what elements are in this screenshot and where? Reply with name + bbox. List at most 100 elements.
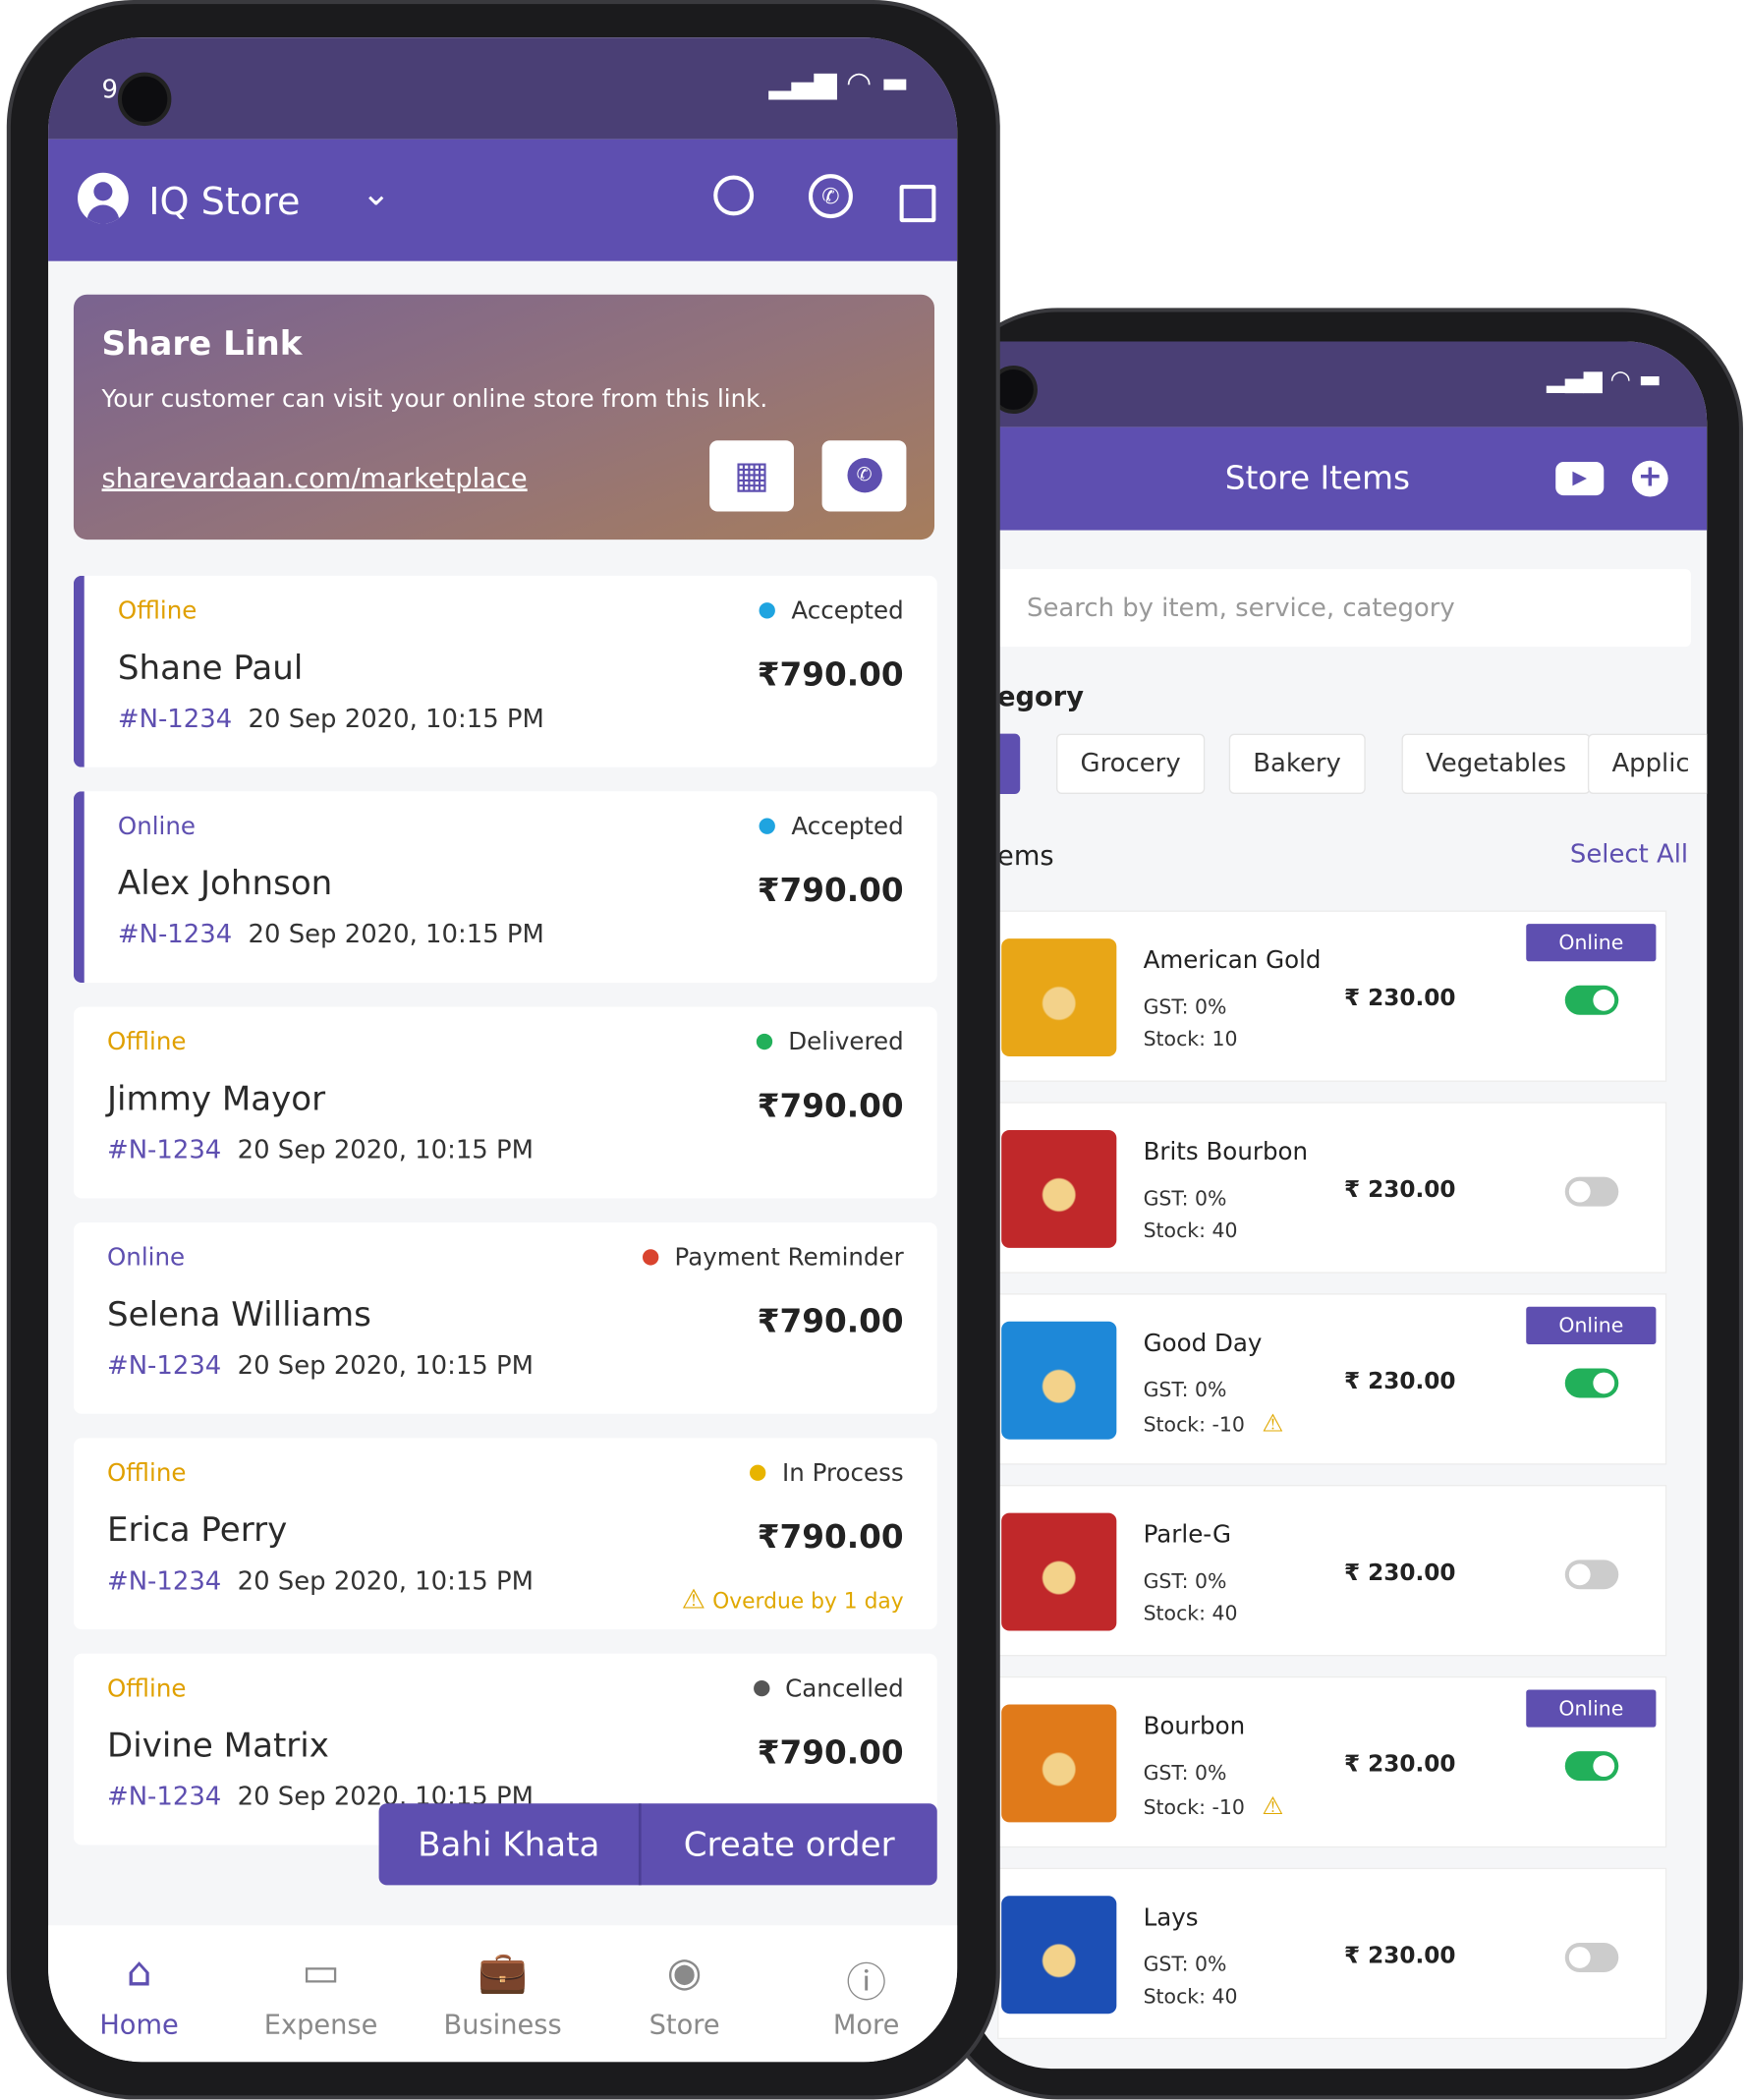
online-toggle[interactable] <box>1564 1368 1619 1398</box>
item-name: Good Day <box>1143 1329 1263 1358</box>
item-name: Bourbon <box>1143 1712 1246 1741</box>
app-header: IQ Store ⌄ ✆ <box>48 139 958 261</box>
order-status: Delivered <box>756 1028 904 1057</box>
item-gst: GST: 0% <box>1143 1568 1227 1594</box>
online-toggle[interactable] <box>1564 1176 1619 1207</box>
account-icon[interactable] <box>78 172 129 224</box>
item-stock: Stock: 40 <box>1144 1602 1238 1626</box>
stage: ▂▄▆ ◠ ▬ Store Items ▶ + Search by item, … <box>0 0 1747 2100</box>
nav-home[interactable]: ⌂ Home <box>48 1925 230 2062</box>
nav-more[interactable]: ⓘ More <box>775 1925 957 2062</box>
item-name: Brits Bourbon <box>1143 1138 1309 1166</box>
order-card[interactable]: Online Accepted Alex Johnson ₹790.00 #N-… <box>73 791 937 984</box>
category-chip[interactable]: Grocery <box>1056 733 1206 794</box>
status-bar: 9 ▂▄▆ ◠ ▬ <box>48 37 958 140</box>
order-id: #N-1234 <box>107 1566 222 1597</box>
order-meta: #N-1234 20 Sep 2020, 10:15 PM <box>107 1135 534 1164</box>
item-name: Parle-G <box>1143 1520 1232 1550</box>
item-price: ₹ 230.00 <box>1343 1560 1456 1587</box>
order-date: 20 Sep 2020, 10:15 PM <box>248 920 544 950</box>
item-gst: GST: 0% <box>1143 1378 1227 1402</box>
status-icons: ▂▄▆ ◠ ▬ <box>1547 365 1662 394</box>
category-chip[interactable]: Applic <box>1587 733 1708 794</box>
whatsapp-share-button[interactable]: ✆ <box>821 440 907 512</box>
search-placeholder: Search by item, service, category <box>1027 593 1455 623</box>
status-dot <box>759 602 776 619</box>
add-icon[interactable]: + <box>1631 460 1668 497</box>
nav-business[interactable]: 💼 Business <box>412 1925 593 2062</box>
item-stock: Stock: 40 <box>1144 1984 1238 2009</box>
nav-expense[interactable]: ▭ Expense <box>230 1925 412 2062</box>
chevron-down-icon[interactable]: ⌄ <box>362 174 391 214</box>
home-icon: ⌂ <box>126 1949 152 1997</box>
order-meta: #N-1234 20 Sep 2020, 10:15 PM <box>118 705 544 734</box>
order-amount: ₹790.00 <box>757 655 904 694</box>
order-card[interactable]: Offline Accepted Shane Paul ₹790.00 #N-1… <box>73 575 937 767</box>
store-name[interactable]: IQ Store <box>148 180 300 224</box>
store-item[interactable]: Parle-G GST: 0% Stock: 40 ₹ 230.00 <box>997 1485 1667 1657</box>
status-label: Delivered <box>788 1028 904 1057</box>
order-channel: Online <box>107 1243 186 1273</box>
stock-value: Stock: 40 <box>1143 1984 1238 2009</box>
item-gst: GST: 0% <box>1143 994 1227 1019</box>
camera <box>117 72 172 127</box>
overdue-warning: ⚠ Overdue by 1 day <box>682 1582 904 1615</box>
nav-label: Business <box>443 2008 562 2041</box>
store-item[interactable]: Good Day GST: 0% Stock: -10 ⚠ ₹ 230.00 O… <box>997 1293 1667 1465</box>
category-chip[interactable]: Bakery <box>1228 733 1366 794</box>
online-badge: Online <box>1526 924 1657 962</box>
online-toggle[interactable] <box>1564 1751 1619 1782</box>
item-stock: Stock: -10 ⚠ <box>1144 1792 1284 1821</box>
whatsapp-icon: ✆ <box>846 457 882 493</box>
status-dot <box>642 1249 659 1266</box>
select-all-link[interactable]: Select All <box>1570 839 1688 869</box>
items-list: American Gold GST: 0% Stock: 10 ₹ 230.00… <box>997 910 1667 2069</box>
customer-name: Divine Matrix <box>107 1726 329 1765</box>
store-item[interactable]: Bourbon GST: 0% Stock: -10 ⚠ ₹ 230.00 On… <box>997 1675 1667 1848</box>
warning-icon: ⚠ <box>1262 1792 1284 1821</box>
briefcase-icon: 💼 <box>478 1949 529 1997</box>
search-icon[interactable] <box>713 175 755 216</box>
store-item[interactable]: Lays GST: 0% Stock: 40 ₹ 230.00 <box>997 1867 1667 2040</box>
item-name: American Gold <box>1143 946 1322 975</box>
bahi-khata-button[interactable]: Bahi Khata <box>379 1803 642 1886</box>
status-icons: ▂▄▆ ◠ ▬ <box>768 67 910 101</box>
nav-store[interactable]: ◉ Store <box>593 1925 775 2062</box>
item-gst: GST: 0% <box>1143 1760 1227 1786</box>
whatsapp-icon[interactable]: ✆ <box>808 174 853 219</box>
qr-code-button[interactable]: ▦ <box>709 440 794 512</box>
order-date: 20 Sep 2020, 10:15 PM <box>237 1350 534 1381</box>
order-card[interactable]: Online Payment Reminder Selena Williams … <box>73 1221 937 1414</box>
status-label: Cancelled <box>785 1674 904 1704</box>
stock-value: Stock: 40 <box>1143 1601 1238 1626</box>
online-toggle[interactable] <box>1564 1942 1619 1972</box>
search-input[interactable]: Search by item, service, category <box>984 569 1691 648</box>
item-image <box>1001 1129 1117 1248</box>
online-toggle[interactable] <box>1564 985 1619 1015</box>
item-image <box>1001 1321 1117 1440</box>
nav-label: Home <box>99 2008 179 2041</box>
store-item[interactable]: American Gold GST: 0% Stock: 10 ₹ 230.00… <box>997 910 1667 1082</box>
online-toggle[interactable] <box>1564 1560 1619 1590</box>
order-card[interactable]: Offline Delivered Jimmy Mayor ₹790.00 #N… <box>73 1006 937 1199</box>
stock-value: Stock: -10 <box>1143 1412 1245 1437</box>
store-item[interactable]: Brits Bourbon GST: 0% Stock: 40 ₹ 230.00 <box>997 1102 1667 1274</box>
category-chip[interactable]: Vegetables <box>1401 733 1591 794</box>
share-link[interactable]: sharevardaan.com/marketplace <box>102 462 528 494</box>
order-status: Accepted <box>759 813 904 841</box>
warning-icon: ⚠ <box>1262 1409 1284 1439</box>
share-link-card: Share Link Your customer can visit your … <box>73 294 935 540</box>
order-amount: ₹790.00 <box>757 1087 904 1125</box>
qr-code-icon: ▦ <box>734 452 770 497</box>
order-meta: #N-1234 20 Sep 2020, 10:15 PM <box>107 1566 534 1596</box>
category-label: egory <box>997 680 1084 712</box>
more-icon: ⓘ <box>846 1959 887 2008</box>
order-date: 20 Sep 2020, 10:15 PM <box>237 1566 534 1597</box>
order-channel: Online <box>117 813 197 841</box>
youtube-icon[interactable]: ▶ <box>1555 462 1605 496</box>
create-order-button[interactable]: Create order <box>642 1803 937 1885</box>
items-header: Store Items ▶ + <box>970 426 1708 531</box>
bag-icon[interactable] <box>899 185 936 223</box>
order-card[interactable]: Offline In Process Erica Perry ₹790.00 #… <box>73 1438 937 1630</box>
store-home-screen: 9 ▂▄▆ ◠ ▬ IQ Store ⌄ ✆ Share Link Your c… <box>48 37 958 2063</box>
